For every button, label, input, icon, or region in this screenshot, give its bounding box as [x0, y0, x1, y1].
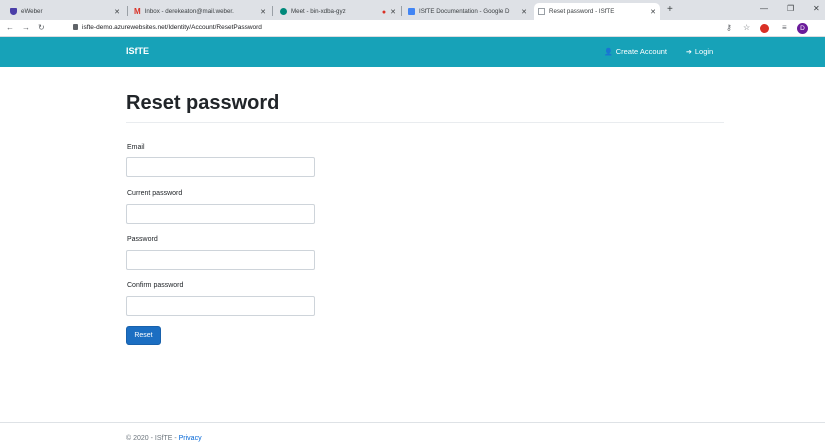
tab-separator	[272, 6, 273, 16]
create-account-link[interactable]: 👤 Create Account	[604, 47, 667, 56]
reload-icon[interactable]: ↻	[38, 23, 45, 32]
email-label: Email	[127, 144, 145, 151]
gmail-icon: M	[134, 7, 141, 16]
page-title: Reset password	[126, 92, 280, 114]
footer-text: © 2020 - ISfTE - Privacy	[126, 435, 202, 442]
page-icon	[538, 8, 545, 15]
privacy-link[interactable]: Privacy	[179, 435, 202, 442]
tab-separator	[401, 6, 402, 16]
tab-title: Reset password - ISfTE	[549, 8, 615, 15]
tab-title: Meet - bin-xdba-gyz	[291, 8, 346, 15]
minimize-icon[interactable]: —	[760, 4, 768, 13]
reset-button[interactable]: Reset	[126, 326, 161, 345]
close-icon[interactable]: ✕	[114, 8, 120, 16]
password-field[interactable]	[126, 250, 315, 270]
password-label: Password	[127, 236, 158, 243]
create-account-label: Create Account	[615, 47, 667, 56]
footer: © 2020 - ISfTE - Privacy	[0, 422, 825, 448]
tab-title: eWeber	[21, 8, 43, 15]
meet-icon	[280, 8, 287, 15]
copyright-text: © 2020 - ISfTE -	[126, 435, 179, 442]
extension-icon[interactable]	[760, 24, 769, 33]
tab-title: Inbox - derekeaton@mail.weber.	[144, 8, 234, 15]
close-icon[interactable]: ✕	[650, 8, 656, 16]
recording-dot-icon: ●	[381, 8, 387, 16]
key-icon[interactable]: ⚷	[726, 23, 732, 32]
tab-meet[interactable]: Meet - bin-xdba-gyz ● ✕	[276, 3, 400, 20]
brand-logo-text[interactable]: ISfTE	[126, 46, 149, 56]
forward-icon[interactable]: →	[22, 23, 30, 32]
address-bar: ← → ↻ isfte-demo.azurewebsites.net/Ident…	[0, 20, 825, 37]
back-icon[interactable]: ←	[6, 23, 14, 32]
url-field[interactable]: isfte-demo.azurewebsites.net/Identity/Ac…	[82, 24, 262, 31]
close-icon[interactable]: ✕	[260, 8, 266, 16]
tab-separator	[127, 6, 128, 16]
confirm-password-field[interactable]	[126, 296, 315, 316]
reading-list-icon[interactable]: ≡	[782, 23, 787, 32]
close-icon[interactable]: ✕	[521, 8, 527, 16]
maximize-icon[interactable]: ❐	[787, 4, 794, 13]
current-password-field[interactable]	[126, 204, 315, 224]
sign-in-icon: ➔	[686, 48, 692, 56]
tab-eweber[interactable]: eWeber ✕	[6, 3, 124, 20]
tab-title: ISfTE Documentation - Google D	[419, 8, 510, 15]
user-plus-icon: 👤	[604, 48, 613, 56]
new-tab-icon[interactable]: +	[667, 4, 673, 15]
tab-inbox[interactable]: M Inbox - derekeaton@mail.weber. ✕	[130, 3, 270, 20]
browser-tab-strip: eWeber ✕ M Inbox - derekeaton@mail.weber…	[0, 0, 825, 20]
profile-avatar[interactable]: D	[797, 23, 808, 34]
login-label: Login	[694, 47, 714, 56]
docs-icon	[408, 8, 415, 15]
current-password-label: Current password	[127, 190, 183, 197]
email-field[interactable]	[126, 157, 315, 177]
close-icon[interactable]: ● ✕	[382, 8, 396, 16]
tab-docs[interactable]: ISfTE Documentation - Google D ✕	[404, 3, 531, 20]
divider	[126, 122, 724, 123]
close-window-icon[interactable]: ✕	[813, 4, 820, 13]
site-navbar: ISfTE 👤 Create Account ➔ Login	[0, 37, 825, 67]
star-icon[interactable]: ☆	[743, 23, 750, 32]
lock-icon	[73, 24, 78, 30]
shield-icon	[10, 8, 17, 15]
login-link[interactable]: ➔ Login	[686, 47, 713, 56]
confirm-password-label: Confirm password	[127, 282, 184, 289]
tab-reset-password[interactable]: Reset password - ISfTE ✕	[534, 3, 660, 20]
